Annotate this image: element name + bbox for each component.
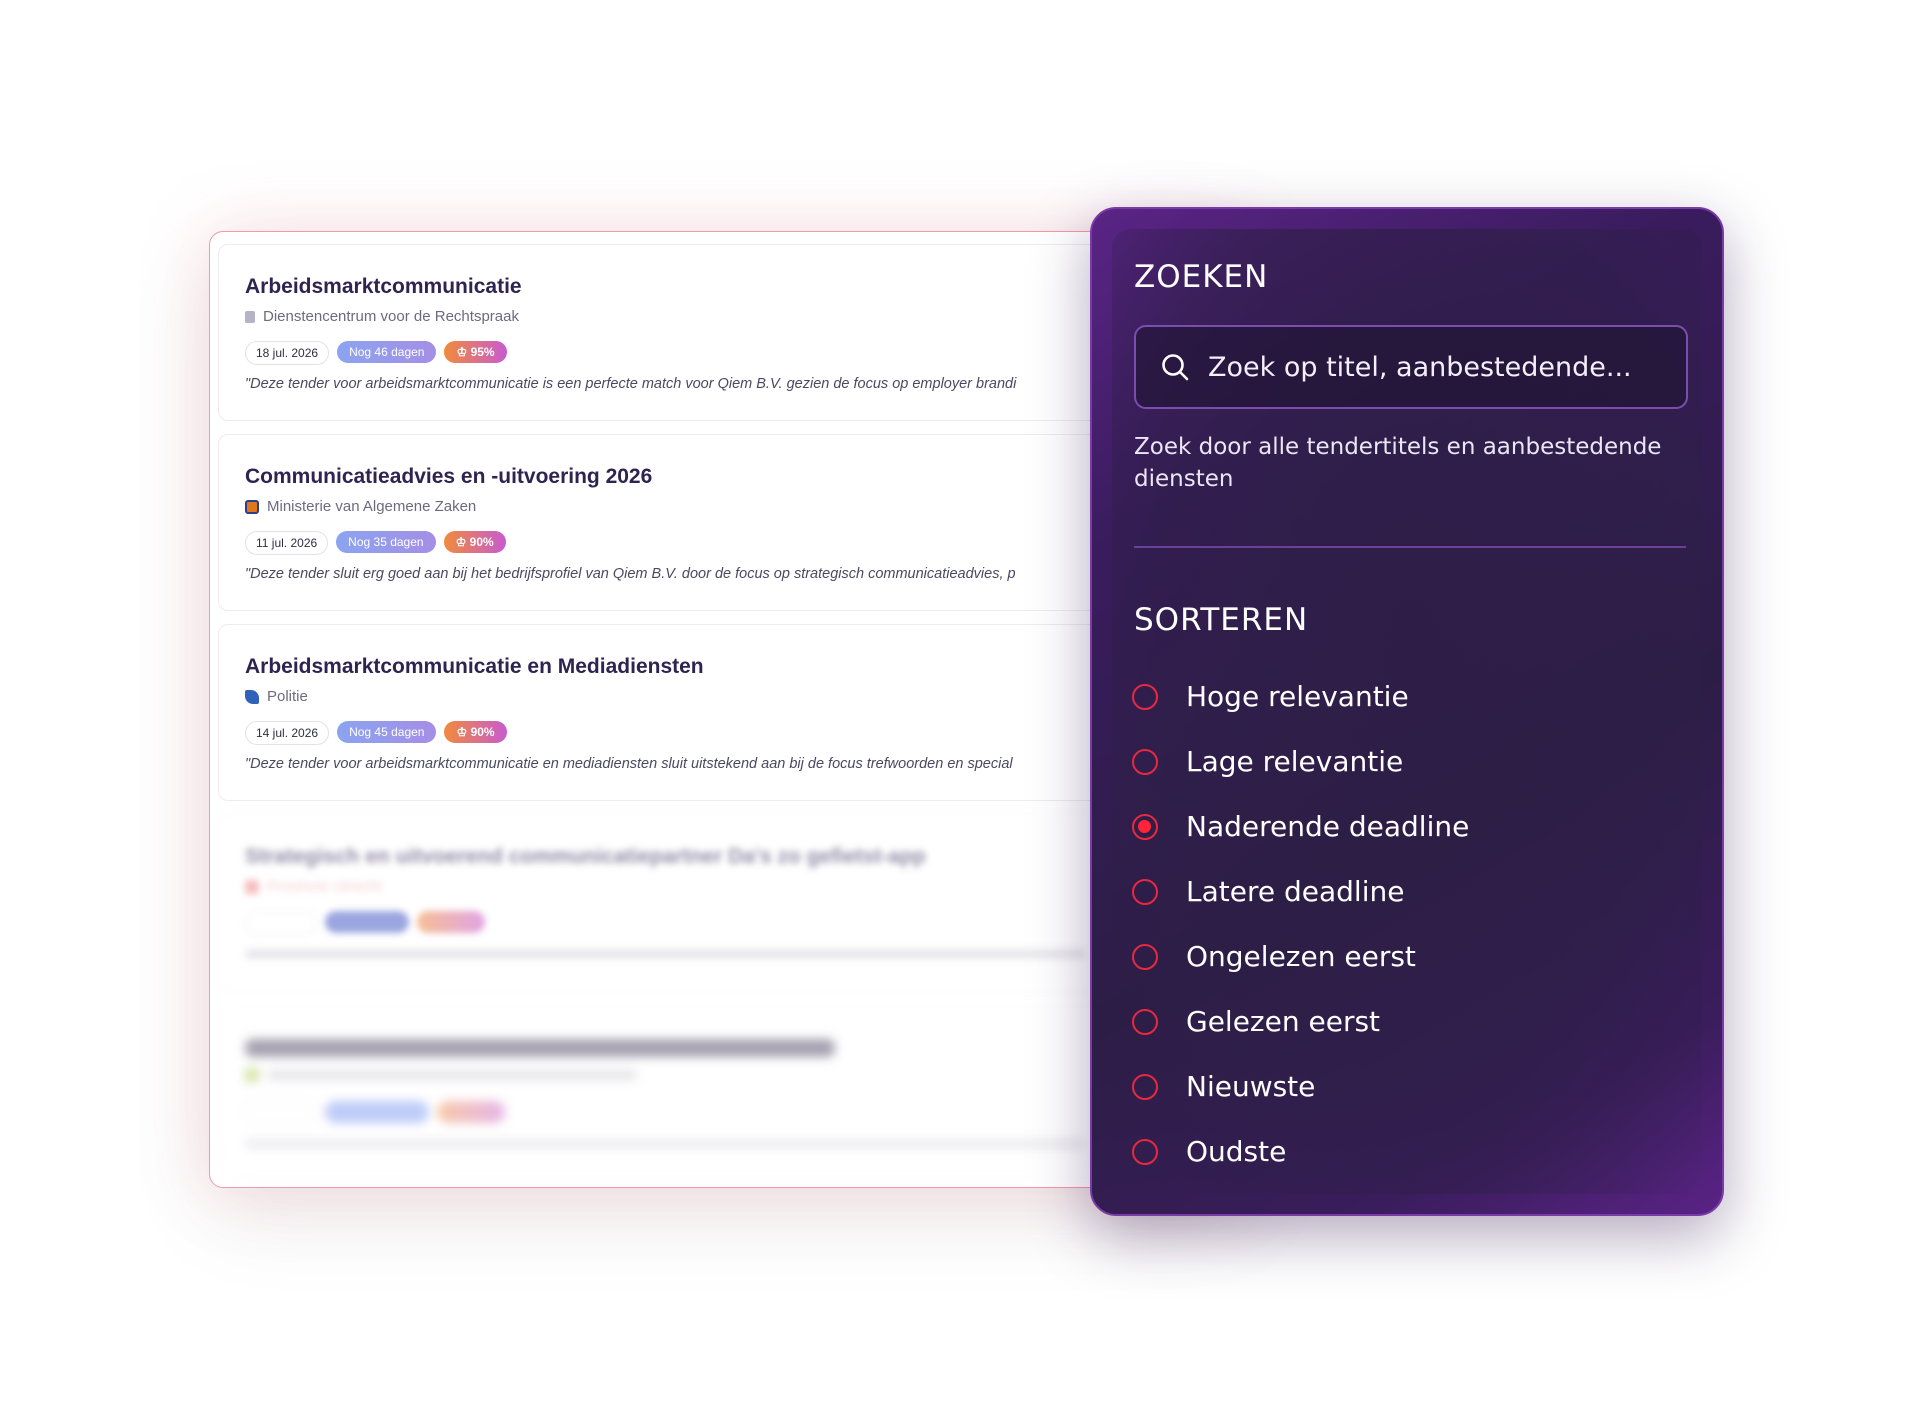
- tender-badges: 11 jul. 2026 Nog 35 dagen ♔ 90%: [245, 531, 506, 555]
- tender-badges: 18 jul. 2026 Nog 46 dagen ♔ 95%: [245, 341, 507, 365]
- tender-org: [245, 1068, 637, 1082]
- sort-option-lage-relevantie[interactable]: Lage relevantie: [1132, 729, 1692, 794]
- org-logo-icon: [245, 1068, 259, 1082]
- sort-option-label: Naderende deadline: [1186, 810, 1470, 843]
- sort-option-oudste[interactable]: Oudste: [1132, 1119, 1692, 1184]
- sort-option-latere-deadline[interactable]: Latere deadline: [1132, 859, 1692, 924]
- search-help-text: Zoek door alle tendertitels en aanbested…: [1134, 434, 1662, 492]
- sort-option-naderende-deadline[interactable]: Naderende deadline: [1132, 794, 1692, 859]
- days-left-badge: Nog 46 dagen: [337, 341, 437, 363]
- sort-option-label: Oudste: [1186, 1135, 1287, 1168]
- deadline-date-badge: 18 jul. 2026: [245, 341, 330, 365]
- org-logo-icon: [245, 879, 259, 894]
- deadline-date-badge: [245, 1101, 317, 1125]
- sort-option-label: Nieuwste: [1186, 1070, 1316, 1103]
- sort-heading: SORTEREN: [1134, 602, 1309, 638]
- tender-summary: "Deze tender voor arbeidsmarktcommunicat…: [245, 756, 1013, 772]
- score-badge: [417, 911, 485, 933]
- search-input[interactable]: [1206, 350, 1680, 384]
- search-icon: [1162, 354, 1189, 381]
- score-badge: ♔ 90%: [443, 531, 506, 553]
- tender-badges: [245, 1101, 505, 1125]
- radio-button[interactable]: [1132, 748, 1158, 775]
- sort-option-nieuwste[interactable]: Nieuwste: [1132, 1054, 1692, 1119]
- tender-org-label: Ministerie van Algemene Zaken: [267, 498, 477, 515]
- tender-title[interactable]: Arbeidsmarktcommunicatie: [245, 275, 522, 299]
- sort-option-label: Gelezen eerst: [1186, 1005, 1381, 1038]
- deadline-date-badge: [245, 911, 317, 935]
- tender-summary: [245, 949, 1085, 959]
- score-badge: [437, 1101, 505, 1123]
- tender-title[interactable]: [245, 1039, 835, 1057]
- org-logo-icon: [245, 499, 259, 514]
- trophy-icon: ♔: [455, 535, 470, 549]
- score-value: 95%: [470, 345, 495, 359]
- days-left-badge: [325, 911, 409, 933]
- tender-org-label: Politie: [267, 688, 308, 705]
- tender-badges: [245, 911, 485, 935]
- tender-summary: "Deze tender voor arbeidsmarktcommunicat…: [245, 376, 1017, 392]
- score-value: 90%: [470, 725, 495, 739]
- radio-button[interactable]: [1132, 683, 1158, 710]
- tender-org: Dienstencentrum voor de Rechtspraak: [245, 308, 519, 325]
- tender-title[interactable]: Strategisch en uitvoerend communicatiepa…: [245, 845, 926, 869]
- tender-title[interactable]: Arbeidsmarktcommunicatie en Mediadienste…: [245, 655, 704, 679]
- radio-button-selected[interactable]: [1132, 813, 1158, 840]
- days-left-badge: Nog 45 dagen: [337, 721, 437, 743]
- sort-option-label: Latere deadline: [1186, 875, 1405, 908]
- tender-org: Provincie Utrecht: [245, 878, 381, 895]
- tender-org: Ministerie van Algemene Zaken: [245, 498, 476, 515]
- tender-title[interactable]: Communicatieadvies en -uitvoering 2026: [245, 465, 652, 489]
- search-box[interactable]: [1134, 325, 1688, 409]
- divider: [1134, 546, 1686, 548]
- tender-summary: "Deze tender sluit erg goed aan bij het …: [245, 566, 1016, 582]
- score-badge: ♔ 90%: [444, 721, 507, 743]
- tender-org-label: [267, 1070, 637, 1080]
- score-value: 90%: [469, 535, 494, 549]
- sort-option-ongelezen-eerst[interactable]: Ongelezen eerst: [1132, 924, 1692, 989]
- radio-button[interactable]: [1132, 1073, 1158, 1100]
- sort-option-hoge-relevantie[interactable]: Hoge relevantie: [1132, 664, 1692, 729]
- radio-button[interactable]: [1132, 878, 1158, 905]
- trophy-icon: ♔: [456, 725, 471, 739]
- tender-badges: 14 jul. 2026 Nog 45 dagen ♔ 90%: [245, 721, 507, 745]
- sort-option-gelezen-eerst[interactable]: Gelezen eerst: [1132, 989, 1692, 1054]
- score-badge: ♔ 95%: [444, 341, 507, 363]
- tender-org: Politie: [245, 688, 308, 705]
- filter-panel: ZOEKEN Zoek door alle tendertitels en aa…: [1090, 207, 1724, 1216]
- tender-org-label: Dienstencentrum voor de Rechtspraak: [263, 308, 519, 325]
- sort-option-label: Lage relevantie: [1186, 745, 1404, 778]
- days-left-badge: Nog 35 dagen: [336, 531, 436, 553]
- radio-button[interactable]: [1132, 1138, 1158, 1165]
- tender-summary: [245, 1139, 1085, 1149]
- deadline-date-badge: 14 jul. 2026: [245, 721, 330, 745]
- org-logo-icon: [245, 310, 255, 323]
- radio-button[interactable]: [1132, 943, 1158, 970]
- radio-button[interactable]: [1132, 1008, 1158, 1035]
- sort-options: Hoge relevantie Lage relevantie Naderend…: [1132, 664, 1692, 1184]
- search-heading: ZOEKEN: [1134, 259, 1269, 295]
- days-left-badge: [325, 1101, 429, 1123]
- tender-org-label: Provincie Utrecht: [267, 878, 382, 895]
- trophy-icon: ♔: [456, 345, 471, 359]
- sort-option-label: Hoge relevantie: [1186, 680, 1409, 713]
- org-logo-icon: [245, 689, 259, 704]
- sort-option-label: Ongelezen eerst: [1186, 940, 1416, 973]
- deadline-date-badge: 11 jul. 2026: [245, 531, 329, 555]
